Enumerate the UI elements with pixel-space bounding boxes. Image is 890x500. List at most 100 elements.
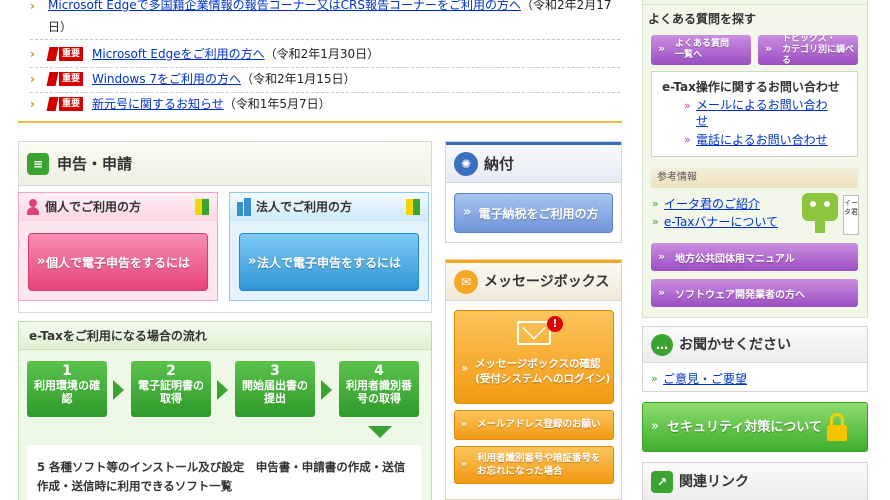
- news-date: （令和2年1月15日）: [241, 72, 356, 86]
- chevron-right-icon: ›: [30, 0, 35, 13]
- flow-step-3[interactable]: 3 開始届出書の提出: [235, 361, 315, 417]
- corporate-efile-button[interactable]: » 法人で電子申告をするには: [239, 233, 419, 291]
- messagebox-header: ✉ メッセージボックス: [446, 263, 621, 301]
- flow-step-5: 5 各種ソフト等のインストール及び設定 申告書・申請書の作成・送信 作成・送信時…: [27, 445, 421, 500]
- double-chevron-icon: »: [248, 254, 257, 269]
- etakun-link[interactable]: イータ君のご紹介: [664, 195, 760, 212]
- payment-title: 納付: [484, 155, 515, 173]
- mascot-icon: [802, 193, 838, 233]
- news-date: （令和1年5月7日）: [223, 97, 331, 111]
- individual-box: 個人でご利用の方 » 個人で電子申告をするには: [18, 192, 218, 301]
- corporate-box: 法人でご利用の方 » 法人で電子申告をするには: [229, 192, 429, 301]
- double-chevron-icon: »: [658, 286, 666, 299]
- double-chevron-icon: »: [652, 197, 659, 210]
- feedback-panel: … お聞かせください » ご意見・ご要望: [642, 326, 868, 392]
- forgot-id-button[interactable]: » 利用者識別番号や暗証番号を お忘れになった場合: [454, 446, 614, 484]
- flow-header: e-Taxをご利用になる場合の流れ: [19, 322, 431, 350]
- arrow-right-icon: [217, 380, 228, 400]
- payment-header: ✺ 納付: [446, 145, 621, 183]
- envelope-icon: ✉: [454, 270, 478, 294]
- flow-step-2[interactable]: 2 電子証明書の取得: [131, 361, 211, 417]
- double-chevron-icon: »: [658, 250, 666, 263]
- news-date-cont: 日）: [48, 20, 73, 34]
- inquiry-title: e-Tax操作に関するお問い合わせ: [662, 80, 840, 94]
- individual-header: 個人でご利用の方: [19, 193, 217, 221]
- filing-title: 申告・申請: [57, 155, 133, 173]
- related-links-header: ↗ 関連リンク: [642, 462, 868, 500]
- filing-header: ≡ 申告・申請: [19, 142, 431, 186]
- mascot-tag: イータ君: [843, 195, 859, 235]
- messagebox-login-button[interactable]: ! » メッセージボックスの確認 (受付システムへのログイン): [454, 310, 614, 404]
- reference-header: 参考情報: [651, 168, 858, 188]
- software-list-link[interactable]: 作成・送信時に利用できるソフト一覧: [37, 478, 232, 494]
- email-register-button[interactable]: » メールアドレス登録のお願い: [454, 410, 614, 440]
- security-button[interactable]: » セキュリティ対策について: [642, 402, 868, 452]
- beginner-mark-icon: [195, 199, 209, 215]
- faq-list-button[interactable]: » よくある質問 一覧へ: [651, 35, 751, 65]
- divider: [18, 121, 622, 123]
- news-date: （令和2年1月30日）: [264, 47, 380, 61]
- building-icon: [237, 198, 251, 216]
- document-icon: ≡: [27, 153, 49, 175]
- double-chevron-icon: »: [651, 419, 659, 434]
- faq-topics-button[interactable]: » トピックス・ カテゴリ別に調べる: [758, 34, 858, 66]
- news-link[interactable]: Microsoft Edgeで多国籍企業情報の報告コーナー又はCRS報告コーナー…: [48, 0, 521, 12]
- arrow-down-icon: [368, 426, 392, 438]
- individual-title: 個人でご利用の方: [45, 200, 142, 214]
- faq-title: よくある質問を探す: [648, 12, 757, 26]
- double-chevron-icon: »: [37, 254, 46, 269]
- corporate-title: 法人でご利用の方: [256, 200, 353, 214]
- news-item: › 重要 Microsoft Edgeをご利用の方へ（令和2年1月30日）: [30, 42, 620, 68]
- flow-step-1[interactable]: 1 利用環境の確認: [27, 361, 107, 417]
- news-item: › 重要 新元号に関するお知らせ（令和1年5月7日）: [30, 92, 620, 118]
- double-chevron-icon: »: [461, 361, 469, 375]
- alert-icon: !: [547, 316, 563, 332]
- news-date: （令和2年2月17: [520, 0, 612, 12]
- messagebox-title: メッセージボックス: [484, 274, 610, 290]
- external-link-icon: ↗: [651, 471, 673, 493]
- important-badge: 重要: [46, 97, 90, 111]
- arrow-right-icon: [321, 380, 332, 400]
- news-link[interactable]: 新元号に関するお知らせ: [92, 97, 224, 111]
- double-chevron-icon: »: [652, 215, 659, 228]
- step5-text: 5 各種ソフト等のインストール及び設定 申告書・申請書の作成・送信: [37, 460, 406, 474]
- double-chevron-icon: »: [651, 372, 658, 385]
- news-link[interactable]: Microsoft Edgeをご利用の方へ: [92, 47, 265, 61]
- banner-link[interactable]: e-Taxバナーについて: [664, 213, 778, 230]
- email-inquiry-link[interactable]: メールによるお問い合わせ: [696, 97, 828, 129]
- payment-panel: ✺ 納付 » 電子納税をご利用の方: [445, 141, 622, 243]
- phone-inquiry-link[interactable]: 電話によるお問い合わせ: [696, 131, 828, 148]
- speech-bubble-icon: …: [651, 334, 673, 356]
- person-icon: [27, 199, 39, 215]
- messagebox-panel: ✉ メッセージボックス ! » メッセージボックスの確認 (受付システムへのログイ…: [445, 259, 622, 500]
- double-chevron-icon: »: [461, 419, 468, 430]
- news-link[interactable]: Windows 7をご利用の方へ: [92, 72, 241, 86]
- chevron-right-icon: ›: [30, 97, 35, 111]
- epayment-button[interactable]: » 電子納税をご利用の方: [454, 193, 613, 233]
- individual-efile-button[interactable]: » 個人で電子申告をするには: [28, 233, 208, 291]
- atom-icon: ✺: [454, 152, 478, 176]
- flow-title: e-Taxをご利用になる場合の流れ: [29, 329, 207, 343]
- software-dev-button[interactable]: » ソフトウェア開発業者の方へ: [651, 279, 858, 307]
- lock-icon: [827, 413, 847, 441]
- double-chevron-icon: »: [658, 42, 666, 55]
- inquiry-box: e-Tax操作に関するお問い合わせ » メールによるお問い合わせ » 電話による…: [651, 71, 858, 157]
- chevron-right-icon: ›: [30, 72, 35, 86]
- double-chevron-icon: »: [463, 205, 472, 220]
- arrow-right-icon: [113, 380, 124, 400]
- important-badge: 重要: [46, 47, 90, 61]
- important-badge: 重要: [46, 72, 90, 86]
- corporate-header: 法人でご利用の方: [230, 193, 428, 221]
- double-chevron-icon: »: [461, 459, 468, 470]
- double-chevron-icon: »: [765, 42, 773, 55]
- feedback-link[interactable]: ご意見・ご要望: [663, 370, 747, 387]
- envelope-icon: [517, 316, 551, 345]
- feedback-header: … お聞かせください: [643, 327, 867, 363]
- news-item: › Microsoft Edgeで多国籍企業情報の報告コーナー又はCRS報告コー…: [30, 0, 620, 40]
- flow-step-4[interactable]: 4 利用者識別番号の取得: [339, 361, 419, 417]
- local-gov-manual-button[interactable]: » 地方公共団体用マニュアル: [651, 243, 858, 271]
- double-chevron-icon: »: [684, 99, 691, 112]
- messagebox-login-label: メッセージボックスの確認 (受付システムへのログイン): [475, 358, 611, 385]
- chevron-right-icon: ›: [30, 47, 35, 61]
- double-chevron-icon: »: [684, 133, 691, 146]
